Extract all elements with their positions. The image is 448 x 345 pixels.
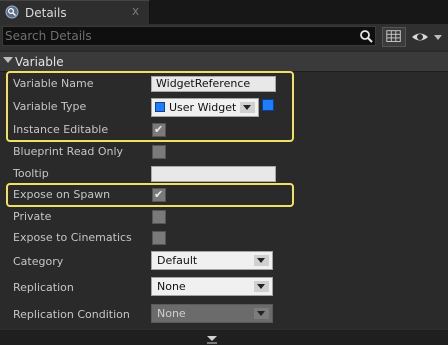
label-replication: Replication <box>13 281 74 294</box>
label-instance-editable: Instance Editable <box>13 123 109 136</box>
eye-icon <box>412 33 442 41</box>
tooltip-field[interactable] <box>151 166 276 182</box>
label-blueprint-read-only: Blueprint Read Only <box>13 145 124 158</box>
row-expose-to-cinematics: Expose to Cinematics <box>0 227 448 249</box>
replication-value: None <box>157 280 186 293</box>
row-expose-on-spawn: Expose on Spawn ✔ <box>0 184 448 206</box>
category-dropdown[interactable]: Default <box>151 251 273 270</box>
section-title: Variable <box>15 55 64 69</box>
search-input[interactable] <box>5 28 353 44</box>
details-search-icon <box>5 5 19 19</box>
instance-editable-checkbox[interactable]: ✔ <box>152 123 166 137</box>
property-matrix-button[interactable] <box>382 27 406 47</box>
label-category: Category <box>13 255 64 268</box>
category-value: Default <box>157 254 198 267</box>
expose-to-cinematics-checkbox[interactable] <box>152 231 166 245</box>
type-color-icon <box>155 102 165 112</box>
row-replication-condition: Replication Condition None <box>0 302 448 326</box>
chevron-down-icon <box>254 308 269 319</box>
tab-details[interactable]: Details x <box>0 0 150 24</box>
expand-down-icon <box>207 336 217 344</box>
search-box <box>2 26 376 46</box>
row-tooltip: Tooltip <box>0 163 448 185</box>
replication-dropdown[interactable]: None <box>151 277 273 296</box>
label-replication-condition: Replication Condition <box>13 308 130 321</box>
section-header-variable[interactable]: Variable <box>0 52 448 72</box>
label-expose-on-spawn: Expose on Spawn <box>13 188 111 201</box>
row-replication: Replication None <box>0 275 448 299</box>
variable-type-value: User Widget <box>169 101 237 114</box>
chevron-down-icon <box>434 35 442 40</box>
checkmark-icon: ✔ <box>154 123 164 136</box>
replication-condition-value: None <box>157 307 186 320</box>
variable-name-field[interactable]: WidgetReference <box>151 76 276 92</box>
row-blueprint-read-only: Blueprint Read Only <box>0 141 448 163</box>
label-expose-to-cinematics: Expose to Cinematics <box>13 231 132 244</box>
expose-on-spawn-checkbox[interactable]: ✔ <box>152 188 166 202</box>
chevron-down-icon <box>254 255 269 266</box>
view-options-button[interactable] <box>410 29 444 45</box>
close-tab-button[interactable]: x <box>132 4 139 18</box>
row-variable-type: Variable Type User Widget <box>0 96 448 118</box>
label-variable-type: Variable Type <box>13 100 87 113</box>
label-tooltip: Tooltip <box>13 167 49 180</box>
collapse-arrow-icon <box>3 57 13 63</box>
advanced-expand-bar[interactable] <box>0 329 448 345</box>
tab-title: Details <box>25 6 67 20</box>
row-instance-editable: Instance Editable ✔ <box>0 119 448 141</box>
grid-icon <box>386 30 401 42</box>
search-row <box>0 24 448 50</box>
label-variable-name: Variable Name <box>13 77 94 90</box>
chevron-down-icon <box>240 102 255 113</box>
row-private: Private <box>0 206 448 228</box>
private-checkbox[interactable] <box>152 210 166 224</box>
replication-condition-dropdown: None <box>151 304 273 323</box>
blueprint-read-only-checkbox[interactable] <box>152 145 166 159</box>
chevron-down-icon <box>254 281 269 292</box>
search-icon[interactable] <box>359 29 373 43</box>
checkmark-icon: ✔ <box>154 188 164 201</box>
container-type-icon[interactable] <box>262 99 274 111</box>
row-variable-name: Variable Name WidgetReference <box>0 73 448 95</box>
variable-type-dropdown[interactable]: User Widget <box>151 98 259 117</box>
label-private: Private <box>13 210 52 223</box>
row-category: Category Default <box>0 249 448 273</box>
tab-bar: Details x <box>0 0 448 24</box>
